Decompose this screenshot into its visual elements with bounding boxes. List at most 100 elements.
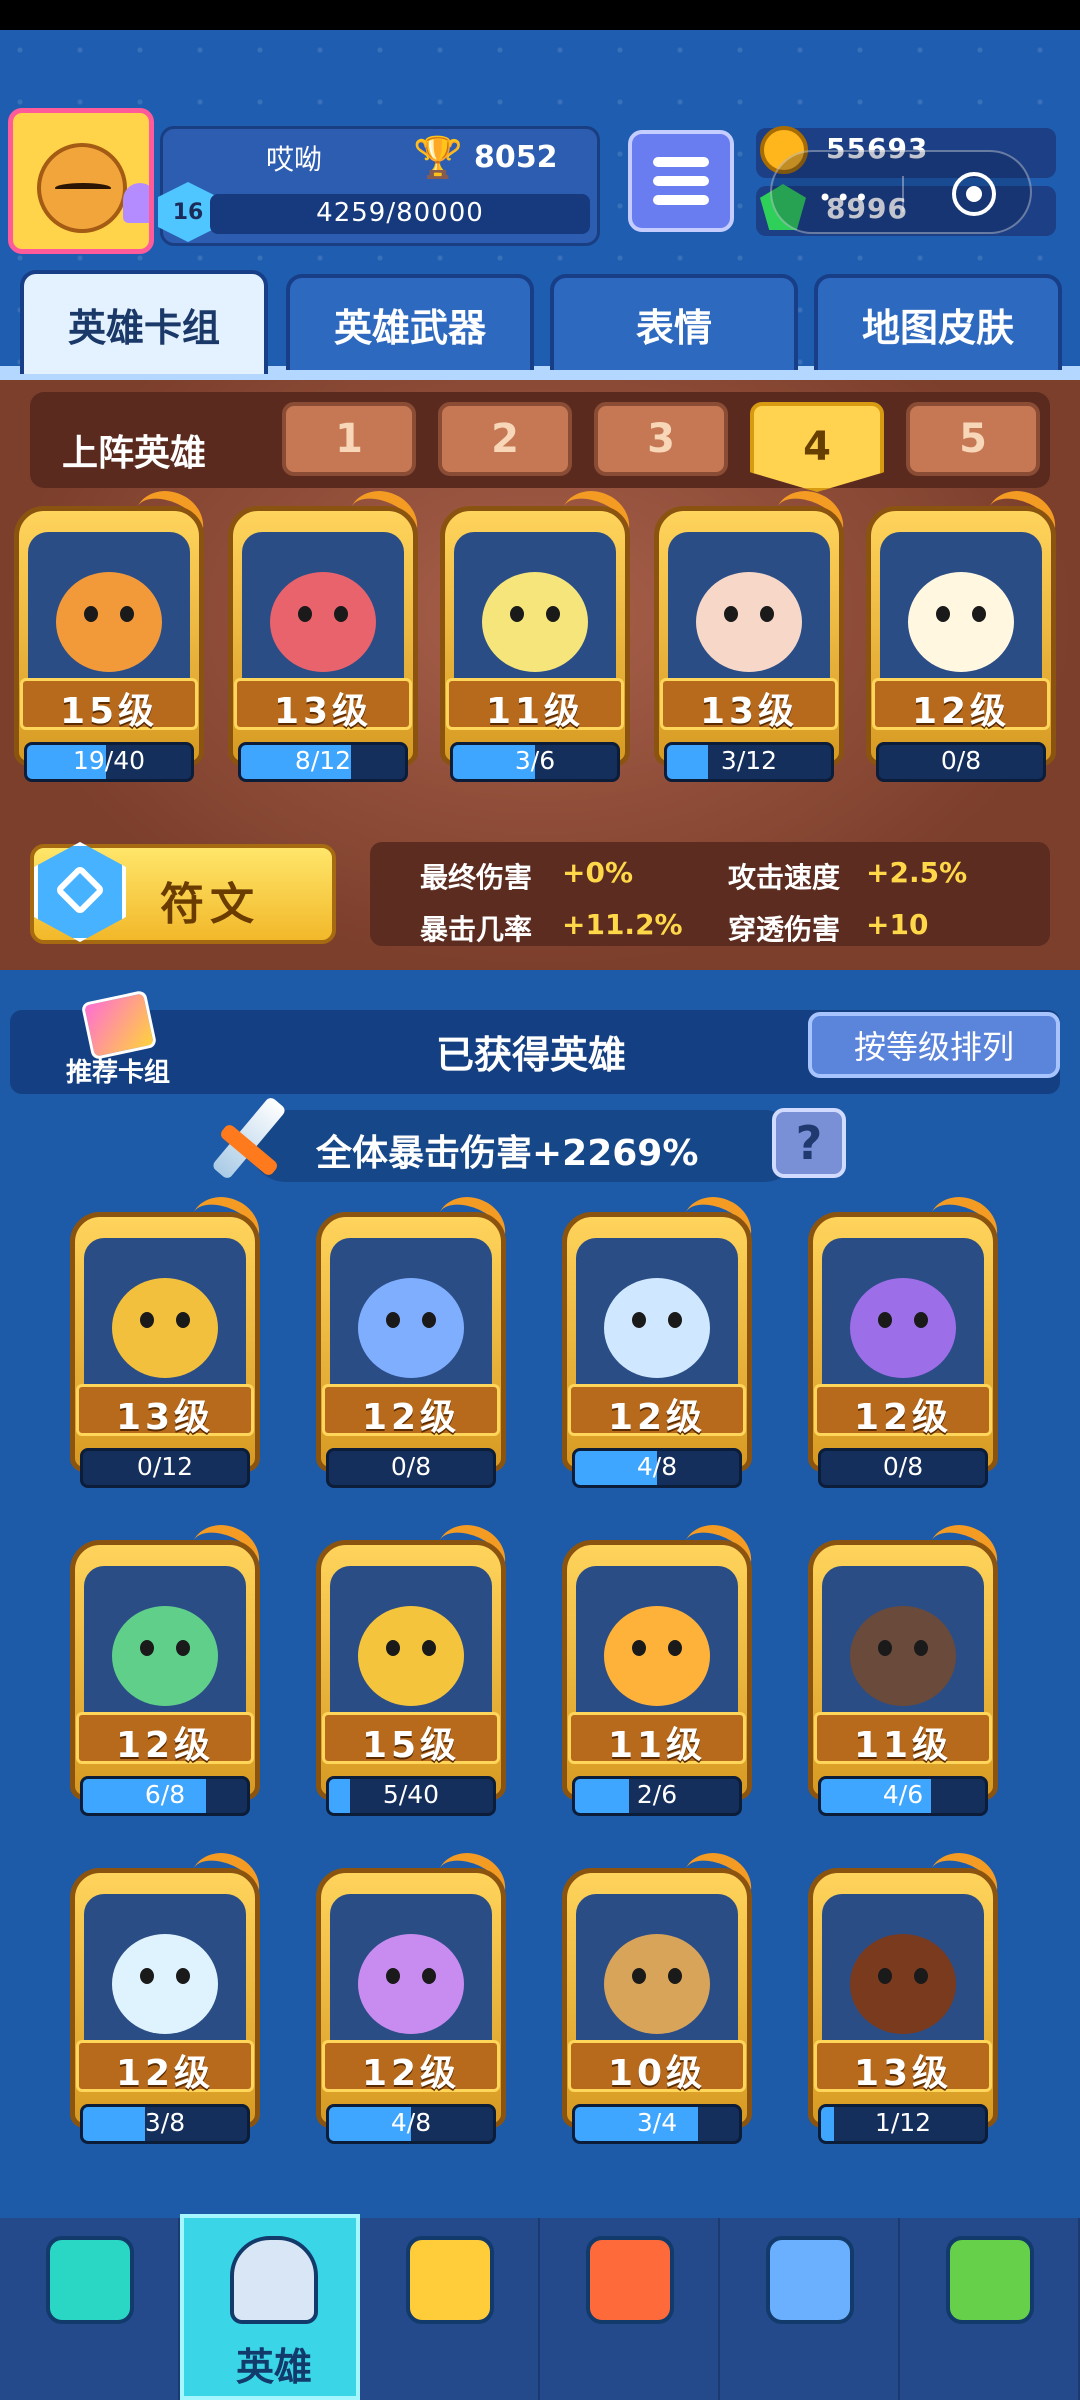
nav-item-0[interactable] — [0, 2218, 180, 2400]
hero-eye — [724, 606, 738, 622]
hero-face — [696, 572, 802, 672]
hero-level: 12级 — [115, 2053, 215, 2094]
stat-label-pierce-damage: 穿透伤害 — [728, 913, 841, 946]
xp-text: 4259/80000 — [316, 198, 484, 228]
knight-helmet-icon — [230, 2236, 318, 2324]
nav-label: 英雄 — [235, 2345, 312, 2389]
hero-progress-text: 4/8 — [390, 2108, 432, 2137]
hero-eye — [668, 1312, 682, 1328]
hero-face — [112, 1278, 218, 1378]
sprout-island-icon — [946, 2236, 1034, 2324]
hero-face — [604, 1278, 710, 1378]
trophy-icon: 🏆 — [413, 135, 463, 181]
more-dots-icon[interactable]: ••• — [818, 184, 872, 212]
recommended-deck-label[interactable]: 推荐卡组 — [66, 1052, 170, 1089]
help-button[interactable]: ? — [772, 1108, 846, 1178]
hero-eye — [878, 1640, 892, 1656]
hero-level: 11级 — [485, 691, 585, 732]
hero-eye — [972, 606, 986, 622]
hero-eye — [878, 1968, 892, 1984]
hero-progress-text: 3/8 — [144, 2108, 186, 2137]
crown-shield-icon — [586, 2236, 674, 2324]
hero-eye — [386, 1640, 400, 1656]
deck-tab-3[interactable]: 3 — [594, 402, 728, 476]
hero-face — [604, 1606, 710, 1706]
hero-level: 15级 — [59, 691, 159, 732]
sort-by-level-button[interactable]: 按等级排列 — [808, 1012, 1060, 1078]
tab-hero-weapons[interactable]: 英雄武器 — [286, 274, 534, 370]
stat-label-final-damage: 最终伤害 — [420, 861, 533, 894]
stat-label-attack-speed: 攻击速度 — [728, 861, 841, 894]
hero-eye — [760, 606, 774, 622]
hero-face — [482, 572, 588, 672]
hero-eye — [386, 1312, 400, 1328]
hero-eye — [936, 606, 950, 622]
hero-level: 15级 — [361, 1725, 461, 1766]
crossed-swords-icon — [406, 2236, 494, 2324]
hero-progress-text: 5/40 — [382, 1780, 440, 1809]
hero-eye — [510, 606, 524, 622]
hero-level: 12级 — [115, 1725, 215, 1766]
hero-progress-text: 3/6 — [514, 746, 556, 775]
player-name: 哎呦 — [265, 143, 322, 176]
tab-emotes[interactable]: 表情 — [550, 274, 798, 370]
deck-tab-5[interactable]: 5 — [906, 402, 1040, 476]
hero-eye — [334, 606, 348, 622]
hero-progress-text: 4/8 — [636, 1452, 678, 1481]
avatar-pet — [123, 183, 149, 223]
crit-bonus-text: 全体暴击伤害+2269% — [316, 1133, 699, 1174]
nav-item-2[interactable] — [360, 2218, 540, 2400]
hero-progress-text: 0/8 — [390, 1452, 432, 1481]
hero-level: 13级 — [273, 691, 373, 732]
hero-level: 10级 — [607, 2053, 707, 2094]
hero-face — [908, 572, 1014, 672]
menu-button[interactable] — [628, 130, 734, 232]
nav-item-5[interactable] — [900, 2218, 1080, 2400]
stat-label-crit-chance: 暴击几率 — [420, 913, 533, 946]
deck-tab-1[interactable]: 1 — [282, 402, 416, 476]
hero-level: 12级 — [853, 1397, 953, 1438]
hero-eye — [914, 1640, 928, 1656]
hero-eye — [176, 1640, 190, 1656]
tab-map-skins[interactable]: 地图皮肤 — [814, 274, 1062, 370]
nav-item-3[interactable] — [540, 2218, 720, 2400]
hero-level: 13级 — [853, 2053, 953, 2094]
hero-eye — [632, 1968, 646, 1984]
hero-progress-text: 4/6 — [882, 1780, 924, 1809]
hero-progress-text: 0/8 — [882, 1452, 924, 1481]
close-target-icon[interactable] — [952, 172, 996, 216]
mini-program-capsule[interactable]: ••• — [770, 150, 1032, 234]
hero-eye — [84, 606, 98, 622]
hero-eye — [176, 1312, 190, 1328]
avatar[interactable] — [8, 108, 154, 254]
avatar-eyes — [55, 183, 111, 193]
hero-face — [56, 572, 162, 672]
hero-progress-text: 3/12 — [720, 746, 778, 775]
hero-progress-text: 0/8 — [940, 746, 982, 775]
nav-item-1[interactable]: 英雄 — [180, 2214, 360, 2400]
hero-eye — [140, 1640, 154, 1656]
hero-eye — [140, 1312, 154, 1328]
hero-face — [112, 1934, 218, 2034]
hero-eye — [546, 606, 560, 622]
tab-hero-deck[interactable]: 英雄卡组 — [20, 270, 268, 374]
hero-progress-text: 19/40 — [72, 746, 146, 775]
deck-tab-2[interactable]: 2 — [438, 402, 572, 476]
stat-value-final-damage: +0% — [562, 856, 633, 889]
sword-icon — [196, 1092, 290, 1188]
hero-progress-text: 1/12 — [874, 2108, 932, 2137]
nav-item-4[interactable] — [720, 2218, 900, 2400]
hero-eye — [422, 1968, 436, 1984]
hero-level: 12级 — [361, 1397, 461, 1438]
hero-progress-text: 0/12 — [136, 1452, 194, 1481]
hero-face — [112, 1606, 218, 1706]
hero-eye — [298, 606, 312, 622]
hero-level: 13级 — [115, 1397, 215, 1438]
hero-eye — [668, 1640, 682, 1656]
hero-eye — [176, 1968, 190, 1984]
hero-face — [358, 1934, 464, 2034]
hero-eye — [120, 606, 134, 622]
status-bar — [0, 0, 1080, 30]
hero-eye — [914, 1312, 928, 1328]
hero-level: 11级 — [607, 1725, 707, 1766]
